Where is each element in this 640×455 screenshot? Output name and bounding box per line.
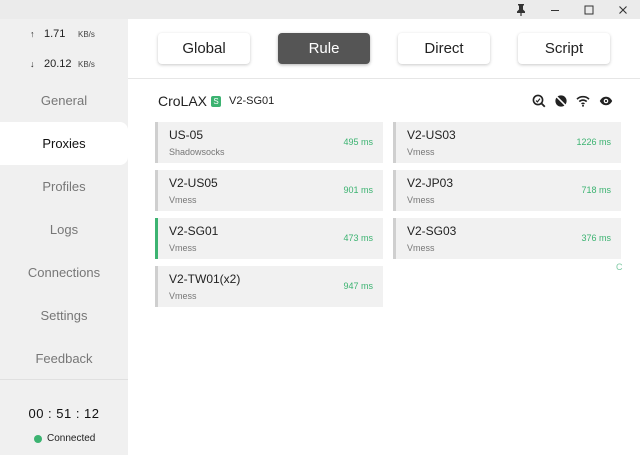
proxy-card-v2-sg03[interactable]: V2-SG03 Vmess 376 ms [393,218,621,259]
side-mark: C [616,262,623,272]
upload-unit: KB/s [78,29,95,39]
status-dot-icon [34,434,42,443]
proxy-card-v2-tw01[interactable]: V2-TW01(x2) Vmess 947 ms [155,266,383,307]
proxy-name: V2-US05 [169,176,218,190]
pin-icon[interactable] [507,0,535,19]
proxy-card-v2-jp03[interactable]: V2-JP03 Vmess 718 ms [393,170,621,211]
proxy-card-v2-us03[interactable]: V2-US03 Vmess 1226 ms [393,122,621,163]
mode-direct-button[interactable]: Direct [398,33,490,64]
sidebar-nav: General Proxies Profiles Logs Connection… [0,79,128,380]
proxy-name: V2-SG01 [169,224,219,238]
proxy-card-v2-us05[interactable]: V2-US05 Vmess 901 ms [155,170,383,211]
sidebar-item-profiles[interactable]: Profiles [0,165,128,208]
sidebar-item-settings[interactable]: Settings [0,294,128,337]
close-button[interactable] [609,0,637,19]
status-label: Connected [47,433,96,444]
proxy-delay: 495 ms [343,137,373,147]
download-arrow-icon: ↓ [30,59,35,69]
connection-timer: 00 : 51 : 12 [28,406,100,421]
proxy-name: V2-TW01(x2) [169,272,241,286]
sidebar: ↑ 1.71 KB/s ↓ 20.12 KB/s General Proxies… [0,19,128,455]
upload-speed: ↑ 1.71 KB/s [0,24,128,44]
proxy-type: Vmess [169,195,197,205]
proxy-type: Vmess [169,291,197,301]
sidebar-item-logs[interactable]: Logs [0,208,128,251]
eye-icon[interactable] [599,94,613,108]
proxy-type: Shadowsocks [169,147,225,157]
proxy-type: Vmess [407,243,435,253]
proxy-name: V2-SG03 [407,224,457,238]
maximize-button[interactable] [575,0,603,19]
sidebar-item-general[interactable]: General [0,79,128,122]
group-current-proxy: V2-SG01 [229,95,275,107]
proxy-delay: 473 ms [343,233,373,243]
title-bar [0,0,640,19]
proxy-delay: 718 ms [581,185,611,195]
proxy-card-v2-sg01[interactable]: V2-SG01 Vmess 473 ms [155,218,383,259]
upload-value: 1.71 [44,28,66,40]
sidebar-divider [0,379,128,380]
sidebar-item-feedback[interactable]: Feedback [0,337,128,380]
proxy-name: V2-JP03 [407,176,454,190]
sidebar-item-proxies[interactable]: Proxies [0,122,128,165]
proxy-type: Vmess [169,243,197,253]
upload-arrow-icon: ↑ [30,29,35,39]
mode-script-button[interactable]: Script [518,33,610,64]
proxy-delay: 376 ms [581,233,611,243]
group-type-badge: S [211,96,221,107]
mode-global-button[interactable]: Global [158,33,250,64]
proxy-type: Vmess [407,195,435,205]
sidebar-item-connections[interactable]: Connections [0,251,128,294]
proxy-delay: 947 ms [343,281,373,291]
proxy-delay: 901 ms [343,185,373,195]
proxy-type: Vmess [407,147,435,157]
proxy-name: US-05 [169,128,204,142]
wifi-icon[interactable] [576,94,590,108]
proxy-card-us-05[interactable]: US-05 Shadowsocks 495 ms [155,122,383,163]
download-speed: ↓ 20.12 KB/s [0,54,128,74]
proxy-group-name: CroLAX [158,93,208,109]
latency-test-icon[interactable] [532,94,546,108]
mode-rule-button[interactable]: Rule [278,33,370,64]
download-unit: KB/s [78,59,95,69]
proxy-name: V2-US03 [407,128,456,142]
download-value: 20.12 [44,58,72,70]
minimize-button[interactable] [541,0,569,19]
hide-unavailable-icon[interactable] [554,94,568,108]
proxy-delay: 1226 ms [576,137,611,147]
connection-status: Connected [34,433,95,444]
mode-bar: Global Rule Direct Script [128,19,640,79]
